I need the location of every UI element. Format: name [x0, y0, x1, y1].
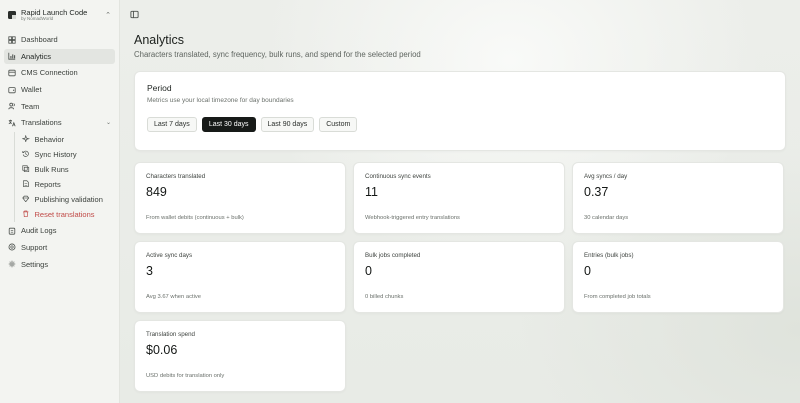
sidebar: Rapid Launch Code by NomadWorld ⌃ Dashbo…: [0, 0, 120, 403]
users-icon: [8, 102, 16, 110]
database-icon: [8, 69, 16, 77]
period-last-7-days-button[interactable]: Last 7 days: [147, 117, 197, 132]
period-last-90-days-button[interactable]: Last 90 days: [260, 117, 315, 132]
sidebar-item-audit-logs[interactable]: Audit Logs: [4, 223, 115, 238]
sidebar-item-wallet[interactable]: Wallet: [4, 82, 115, 97]
sidebar-item-label: Bulk Runs: [34, 165, 69, 175]
chevron-up-down-icon: ⌃: [105, 12, 111, 19]
document-icon: [22, 180, 30, 190]
period-custom-button[interactable]: Custom: [319, 117, 358, 132]
translate-icon: [8, 119, 16, 127]
metric-card-bulk-jobs-completed: Bulk jobs completed 0 0 billed chunks: [353, 241, 565, 313]
diamond-check-icon: [22, 195, 30, 205]
sidebar-item-label: Wallet: [21, 85, 42, 95]
sidebar-item-team[interactable]: Team: [4, 99, 115, 114]
metric-card-continuous-sync-events: Continuous sync events 11 Webhook-trigge…: [353, 162, 565, 234]
metric-value: 0: [365, 264, 372, 278]
metric-note: Webhook-triggered entry translations: [365, 215, 460, 221]
period-card: Period Metrics use your local timezone f…: [134, 71, 786, 151]
metric-value: $0.06: [146, 343, 178, 357]
page-subtitle: Characters translated, sync frequency, b…: [134, 50, 421, 59]
dashboard-icon: [8, 35, 16, 44]
sidebar-item-label: Publishing validation: [34, 195, 103, 205]
sidebar-item-translations[interactable]: Translations ⌄: [4, 115, 115, 130]
main-content: Analytics Characters translated, sync fr…: [120, 0, 800, 403]
sidebar-item-label: Reset translations: [34, 210, 95, 220]
bar-chart-icon: [8, 52, 16, 60]
metric-note: From wallet debits (continuous + bulk): [146, 215, 244, 221]
period-subtitle: Metrics use your local timezone for day …: [147, 97, 294, 104]
sidebar-item-label: Translations: [21, 118, 62, 128]
metric-label: Entries (bulk jobs): [584, 252, 634, 259]
metric-value: 3: [146, 264, 153, 278]
metric-label: Avg syncs / day: [584, 173, 628, 180]
metric-label: Characters translated: [146, 173, 206, 180]
sidebar-item-label: Sync History: [34, 150, 77, 160]
sidebar-item-analytics[interactable]: Analytics: [4, 48, 115, 64]
gear-icon: [8, 260, 16, 268]
layers-icon: [22, 165, 30, 175]
sidebar-item-sync-history[interactable]: Sync History: [19, 147, 115, 162]
sidebar-item-support[interactable]: Support: [4, 240, 115, 255]
metric-label: Continuous sync events: [365, 173, 431, 180]
metric-note: From completed job totals: [584, 294, 651, 300]
metric-note: Avg 3.67 when active: [146, 294, 201, 300]
metric-card-active-sync-days: Active sync days 3 Avg 3.67 when active: [134, 241, 346, 313]
sidebar-item-dashboard[interactable]: Dashboard: [4, 32, 115, 47]
metric-note: 30 calendar days: [584, 215, 629, 221]
sidebar-item-cms-connection[interactable]: CMS Connection: [4, 65, 115, 80]
metric-card-characters-translated: Characters translated 849 From wallet de…: [134, 162, 346, 234]
metric-note: USD debits for translation only: [146, 373, 225, 379]
app-root: Rapid Launch Code by NomadWorld ⌃ Dashbo…: [0, 0, 800, 403]
period-title: Period: [147, 83, 172, 93]
brand-logo: [8, 11, 16, 19]
history-icon: [22, 150, 30, 160]
metric-label: Active sync days: [146, 252, 193, 259]
sidebar-item-label: Support: [21, 242, 48, 252]
sidebar-item-settings[interactable]: Settings: [4, 257, 115, 272]
wallet-icon: [8, 86, 16, 94]
sidebar-item-publishing-validation[interactable]: Publishing validation: [19, 192, 115, 207]
metric-value: 11: [365, 185, 378, 199]
metric-card-entries-bulk-jobs: Entries (bulk jobs) 0 From completed job…: [572, 241, 784, 313]
sidebar-item-label: Reports: [34, 180, 61, 190]
sidebar-item-label: CMS Connection: [21, 68, 78, 78]
lifebuoy-icon: [8, 243, 16, 251]
trash-icon: [22, 210, 30, 220]
sidebar-item-label: Dashboard: [21, 35, 58, 44]
sidebar-toggle-icon[interactable]: [130, 6, 139, 23]
metric-value: 849: [146, 185, 167, 199]
translations-submenu: Behavior Sync History Bulk Runs Reports: [14, 132, 115, 223]
page-title: Analytics: [134, 33, 185, 47]
metrics-grid: Characters translated 849 From wallet de…: [134, 162, 786, 392]
sidebar-item-label: Behavior: [34, 135, 65, 145]
metric-label: Bulk jobs completed: [365, 252, 421, 259]
workspace-switcher[interactable]: Rapid Launch Code by NomadWorld ⌃: [4, 6, 115, 24]
metric-card-avg-syncs-per-day: Avg syncs / day 0.37 30 calendar days: [572, 162, 784, 234]
period-button-group: Last 7 days Last 30 days Last 90 days Cu…: [147, 117, 773, 132]
sidebar-item-reset-translations[interactable]: Reset translations: [19, 207, 115, 222]
sidebar-item-bulk-runs[interactable]: Bulk Runs: [19, 162, 115, 177]
sidebar-item-label: Audit Logs: [21, 226, 57, 236]
metric-label: Translation spend: [146, 331, 195, 338]
sparkle-icon: [21, 134, 30, 145]
sidebar-item-behavior[interactable]: Behavior: [19, 132, 115, 147]
metric-note: 0 billed chunks: [365, 294, 404, 300]
period-last-30-days-button[interactable]: Last 30 days: [201, 117, 256, 132]
topbar: [120, 0, 800, 22]
sidebar-item-label: Analytics: [21, 51, 52, 61]
brand-subtitle: by NomadWorld: [21, 15, 54, 21]
sidebar-item-label: Settings: [21, 259, 49, 269]
metric-value: 0.37: [584, 185, 609, 199]
metric-value: 0: [584, 264, 591, 278]
sidebar-item-label: Team: [21, 101, 40, 111]
clipboard-icon: [8, 227, 16, 235]
sidebar-item-reports[interactable]: Reports: [19, 177, 115, 192]
chevron-down-icon[interactable]: ⌄: [106, 119, 111, 126]
metric-card-translation-spend: Translation spend $0.06 USD debits for t…: [134, 320, 346, 392]
